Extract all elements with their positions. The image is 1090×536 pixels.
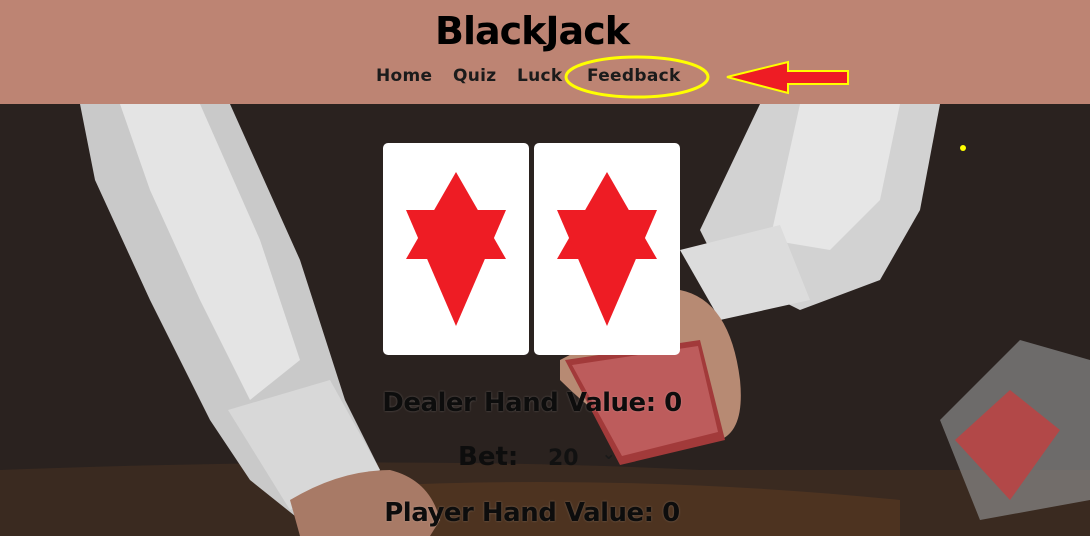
bet-selected-value: 20 <box>548 446 579 471</box>
dealer-card-1 <box>383 143 529 355</box>
bet-select[interactable]: 20 ⌄ <box>542 442 622 476</box>
main-nav: Home Quiz Luck Feedback <box>0 64 1090 90</box>
chevron-down-icon: ⌄ <box>602 444 616 463</box>
bet-label: Bet: <box>458 442 519 472</box>
dealer-hand-number: 0 <box>664 388 682 418</box>
nav-luck-link[interactable]: Luck <box>517 64 563 88</box>
nav-feedback-link[interactable]: Feedback <box>587 64 681 88</box>
star-of-david-icon <box>406 172 506 326</box>
dealer-card-2 <box>534 143 680 355</box>
player-hand-value: Player Hand Value: 0 <box>0 498 1064 528</box>
site-title: BlackJack <box>434 9 630 53</box>
nav-quiz-link[interactable]: Quiz <box>453 64 496 88</box>
player-hand-label: Player Hand Value: <box>384 498 654 528</box>
site-header: BlackJack Home Quiz Luck Feedback <box>0 0 1090 104</box>
dealer-hand-value: Dealer Hand Value: 0 <box>0 388 1064 418</box>
nav-home-link[interactable]: Home <box>376 64 432 88</box>
star-of-david-icon <box>557 172 657 326</box>
player-hand-number: 0 <box>662 498 680 528</box>
dealer-hand-label: Dealer Hand Value: <box>382 388 656 418</box>
